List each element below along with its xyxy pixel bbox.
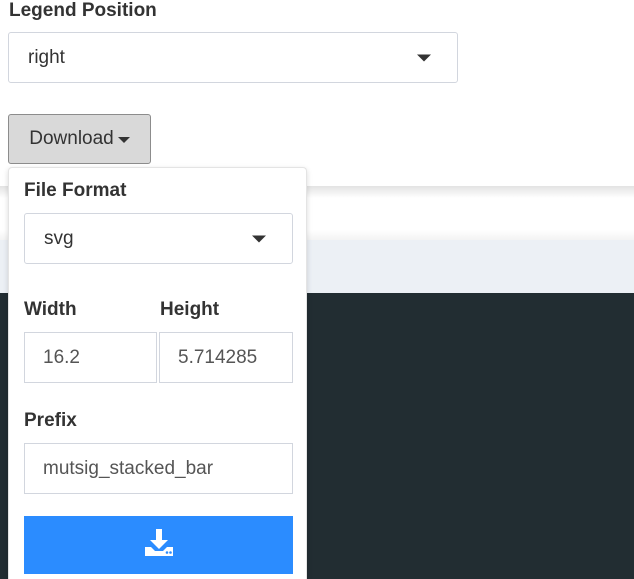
legend-position-select[interactable]: right [8, 32, 458, 83]
width-input[interactable] [24, 332, 157, 383]
legend-position-value: right [28, 46, 65, 68]
download-dropdown-button[interactable]: Download [8, 114, 151, 164]
prefix-label: Prefix [24, 410, 77, 431]
caret-down-icon [252, 235, 266, 242]
caret-down-icon [417, 54, 431, 61]
download-icon [143, 528, 175, 563]
legend-position-label: Legend Position [9, 0, 157, 21]
height-input[interactable] [159, 332, 293, 383]
file-format-value: svg [44, 227, 74, 249]
download-submit-button[interactable] [24, 516, 293, 574]
download-button-label: Download [29, 128, 114, 149]
download-options-dropdown: File Format svg Width Height Prefix [8, 167, 307, 579]
file-format-select[interactable]: svg [24, 213, 293, 264]
file-format-label: File Format [24, 180, 127, 201]
width-label: Width [24, 299, 77, 320]
caret-down-icon [117, 137, 130, 143]
prefix-input[interactable] [24, 443, 293, 494]
height-label: Height [160, 299, 220, 320]
